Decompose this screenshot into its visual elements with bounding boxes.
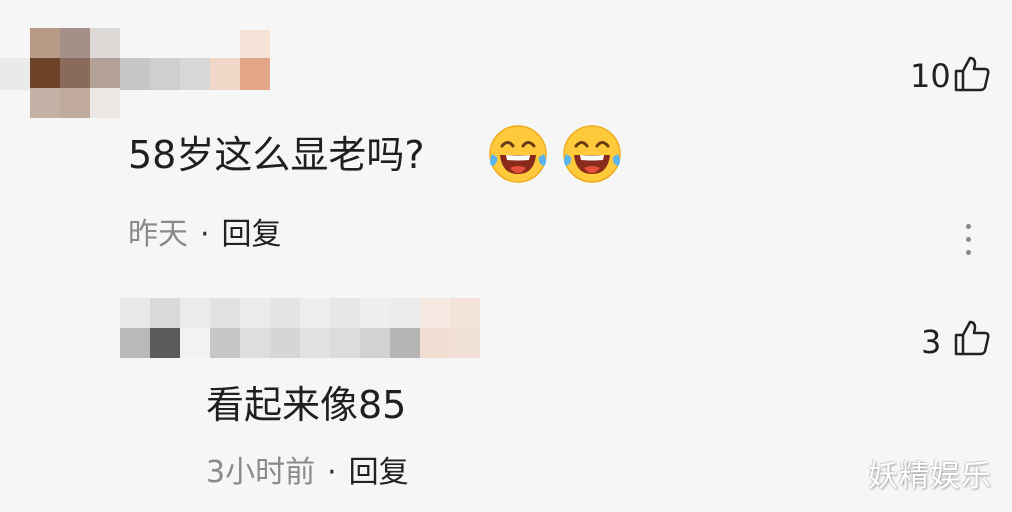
more-vertical-icon[interactable] [966, 224, 971, 255]
username-1-blurred[interactable] [0, 58, 270, 90]
laughing-crying-emoji [563, 125, 621, 183]
laughing-crying-emoji [489, 125, 547, 183]
like-count: 10 [910, 57, 951, 95]
reply-button[interactable]: 回复 [349, 455, 409, 490]
thumbs-up-icon[interactable] [952, 54, 992, 94]
separator-dot: · [200, 217, 210, 252]
comment-1-time: 昨天 [128, 217, 188, 252]
comment-2-text: 看起来像85 [206, 383, 407, 427]
watermark: 妖精娱乐 [868, 459, 992, 494]
like-count: 3 [921, 323, 942, 361]
comment-2-meta: 3小时前 · 回复 [206, 458, 409, 488]
comment-2-time: 3小时前 [206, 455, 316, 490]
username-2-blurred[interactable] [120, 298, 480, 358]
comment-1-meta: 昨天 · 回复 [128, 220, 282, 250]
reply-button[interactable]: 回复 [222, 217, 282, 252]
separator-dot: · [327, 455, 337, 490]
comment-1-text: 58岁这么显老吗? [128, 133, 425, 177]
thumbs-up-icon[interactable] [952, 318, 992, 358]
